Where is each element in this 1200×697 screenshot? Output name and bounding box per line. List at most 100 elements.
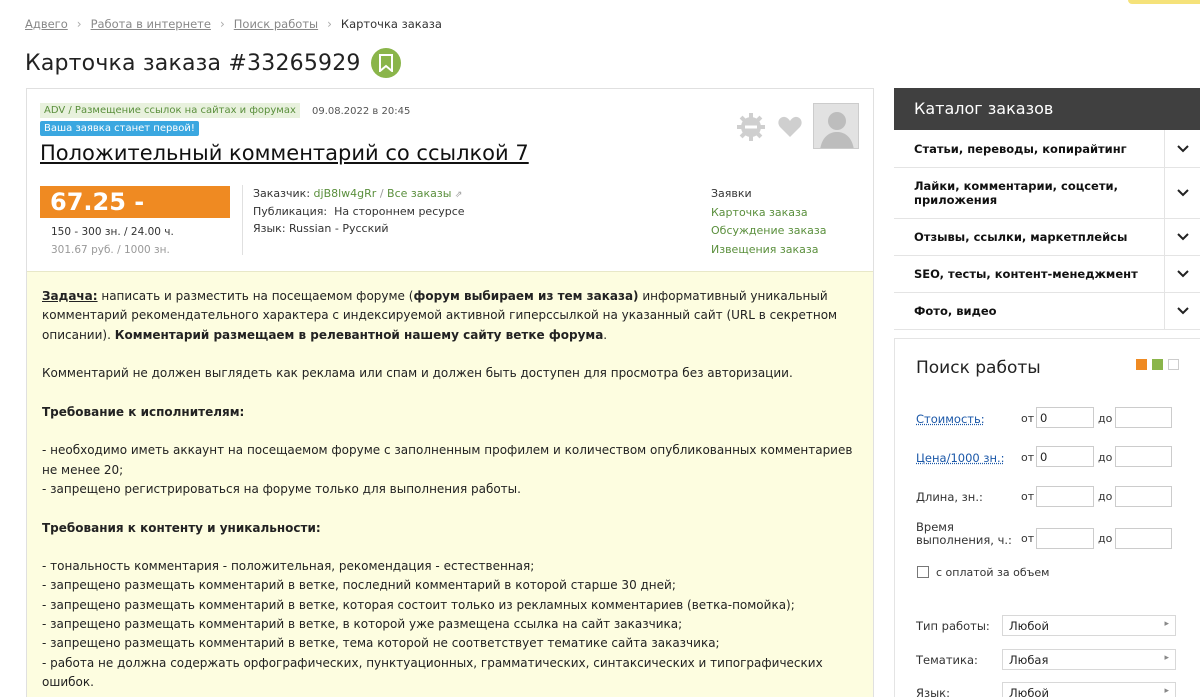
from-label: от	[1021, 490, 1035, 503]
arrow-right-icon: ▸	[1164, 653, 1169, 663]
exec-requirement-2: - запрещено регистрироваться на форуме т…	[42, 481, 521, 496]
content-requirement: - запрещено размещать комментарий в ветк…	[42, 578, 676, 593]
price-per-1000-from-input[interactable]	[1036, 446, 1094, 467]
time-from-input[interactable]	[1036, 528, 1094, 549]
length-time: 150 - 300 зн. / 24.00 ч.	[51, 226, 174, 238]
content-requirement: - запрещено размещать комментарий в ветк…	[42, 597, 795, 612]
length-to-input[interactable]	[1115, 486, 1172, 507]
chevron-down-icon[interactable]	[1164, 293, 1200, 329]
catalog-item-likes[interactable]: Лайки, комментарии, соцсети, приложения	[894, 168, 1200, 219]
avatar[interactable]	[813, 103, 859, 149]
language-label: Язык:	[253, 222, 286, 235]
chevron-down-icon[interactable]	[1164, 256, 1200, 292]
chevron-down-icon[interactable]	[1164, 168, 1200, 218]
chevron-down-icon[interactable]	[1164, 219, 1200, 255]
chevron-right-icon: ›	[219, 17, 225, 31]
to-label: до	[1098, 451, 1113, 464]
chevron-down-icon[interactable]	[1164, 130, 1200, 167]
link-order-notifications[interactable]: Извещения заказа	[711, 241, 826, 260]
volume-payment-label: с оплатой за объем	[936, 566, 1050, 579]
content-requirement: - тональность комментария - положительна…	[42, 559, 535, 574]
from-label: от	[1021, 451, 1035, 464]
order-card-header: ADV / Размещение ссылок на сайтах и фору…	[27, 89, 873, 271]
theme-label: Тематика:	[916, 653, 978, 667]
length-from-input[interactable]	[1036, 486, 1094, 507]
price-range: 67.25 - 90.50 руб.	[40, 186, 230, 244]
content-requirement: - запрещено размещать комментарий в ветк…	[42, 636, 720, 651]
catalog-item-articles[interactable]: Статьи, переводы, копирайтинг	[894, 130, 1200, 168]
time-to-input[interactable]	[1115, 528, 1172, 549]
to-label: до	[1098, 532, 1113, 545]
search-panel: Поиск работы Стоимость: от до Цена/1000 …	[894, 338, 1200, 697]
length-label: Длина, зн.:	[916, 490, 983, 504]
language-row: Язык: Russian - Русский	[253, 222, 389, 235]
from-label: от	[1021, 532, 1035, 545]
breadcrumb-link-work[interactable]: Работа в интернете	[91, 17, 211, 31]
arrow-right-icon: ▸	[1164, 686, 1169, 696]
time-label: Время выполнения, ч.:	[916, 520, 1012, 547]
customer-row: Заказчик: djB8lw4gRr / Все заказы ⇗	[253, 187, 463, 200]
publication-label: Публикация:	[253, 205, 328, 218]
customer-label: Заказчик:	[253, 187, 311, 200]
link-order-card[interactable]: Карточка заказа	[711, 204, 826, 223]
volume-payment-checkbox[interactable]	[917, 566, 929, 578]
theme-green-swatch[interactable]	[1152, 359, 1163, 370]
price-per-1000-label[interactable]: Цена/1000 зн.:	[916, 451, 1005, 465]
catalog-item-reviews[interactable]: Отзывы, ссылки, маркетплейсы	[894, 219, 1200, 256]
task-paragraph: Задача: написать и разместить на посещае…	[42, 289, 838, 342]
heart-icon[interactable]	[777, 115, 803, 139]
order-links: Заявки Карточка заказа Обсуждение заказа…	[711, 185, 826, 259]
cost-from-input[interactable]	[1036, 407, 1094, 428]
divider	[242, 185, 243, 255]
language-select[interactable]: Любой ▸	[1002, 682, 1176, 697]
first-application-badge: Ваша заявка станет первой!	[40, 121, 199, 136]
chevron-right-icon: ›	[76, 17, 82, 31]
catalog-item-photo[interactable]: Фото, видео	[894, 293, 1200, 330]
category-tag[interactable]: ADV / Размещение ссылок на сайтах и фору…	[40, 103, 300, 118]
gear-icon[interactable]	[735, 111, 767, 143]
to-label: до	[1098, 490, 1113, 503]
task-label: Задача:	[42, 289, 98, 303]
work-type-select[interactable]: Любой ▸	[1002, 615, 1176, 636]
order-card: ADV / Размещение ссылок на сайтах и фору…	[26, 88, 874, 697]
search-title: Поиск работы	[916, 358, 1041, 378]
search-language-label: Язык:	[916, 686, 951, 697]
breadcrumb-current: Карточка заказа	[340, 17, 442, 31]
chevron-right-icon: ›	[327, 17, 332, 31]
catalog-item-seo[interactable]: SEO, тесты, контент-менеджмент	[894, 256, 1200, 293]
work-type-label: Тип работы:	[916, 619, 990, 633]
page-title-row: Карточка заказа #33265929	[25, 48, 401, 78]
language-value: Russian - Русский	[289, 222, 389, 235]
to-label: до	[1098, 412, 1113, 425]
exec-requirement-1: - необходимо иметь аккаунт на посещаемом…	[42, 443, 853, 477]
publication-row: Публикация: На стороннем ресурсе	[253, 205, 465, 218]
price-per-1000-to-input[interactable]	[1115, 446, 1172, 467]
order-title[interactable]: Положительный комментарий со ссылкой 7	[40, 141, 529, 165]
link-order-discussion[interactable]: Обсуждение заказа	[711, 222, 826, 241]
arrow-right-icon: ▸	[1164, 619, 1169, 629]
exec-requirements-title: Требование к исполнителям:	[42, 404, 245, 419]
applications-label: Заявки	[711, 187, 752, 200]
breadcrumb-link-advego[interactable]: Адвего	[25, 17, 68, 31]
from-label: от	[1021, 412, 1035, 425]
order-date: 09.08.2022 в 20:45	[312, 106, 411, 117]
breadcrumb: Адвего › Работа в интернете › Поиск рабо…	[25, 17, 442, 31]
all-orders-link[interactable]: Все заказы	[387, 187, 451, 200]
breadcrumb-link-search[interactable]: Поиск работы	[234, 17, 318, 31]
theme-white-swatch[interactable]	[1168, 359, 1179, 370]
content-requirement: - работа не должна содержать орфографиче…	[42, 655, 823, 689]
catalog-header: Каталог заказов	[894, 88, 1200, 130]
page-title: Карточка заказа #33265929	[25, 50, 361, 76]
cost-to-input[interactable]	[1115, 407, 1172, 428]
theme-orange-swatch[interactable]	[1136, 359, 1147, 370]
bookmark-icon[interactable]	[370, 48, 401, 78]
content-requirement: - запрещено размещать комментарий в ветк…	[42, 617, 683, 632]
publication-value: На стороннем ресурсе	[334, 205, 465, 218]
order-description: Задача: написать и разместить на посещае…	[27, 271, 873, 697]
theme-select[interactable]: Любая ▸	[1002, 649, 1176, 670]
cost-label[interactable]: Стоимость:	[916, 412, 985, 426]
external-link-icon: ⇗	[454, 190, 463, 200]
customer-link[interactable]: djB8lw4gRr	[314, 187, 377, 200]
rate-per-1000: 301.67 руб. / 1000 зн.	[51, 244, 170, 256]
catalog-sidebar: Каталог заказов Статьи, переводы, копира…	[894, 88, 1200, 330]
